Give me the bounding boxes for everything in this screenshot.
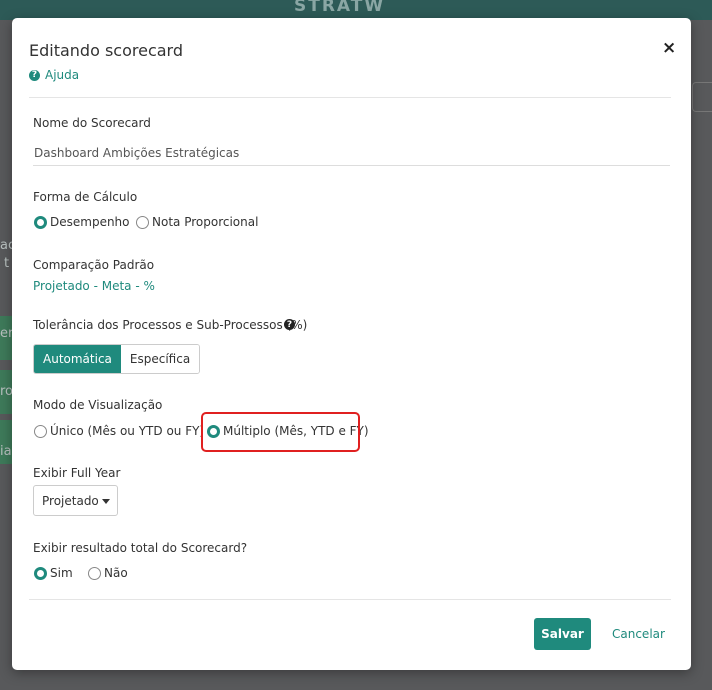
highlight-annotation: [201, 412, 360, 452]
save-button[interactable]: Salvar: [534, 618, 591, 650]
scorecard-name-input[interactable]: [33, 141, 670, 166]
radio-label: Sim: [50, 566, 73, 580]
total-label: Exibir resultado total do Scorecard?: [33, 541, 248, 555]
name-label: Nome do Scorecard: [33, 116, 151, 130]
close-icon[interactable]: ×: [662, 40, 676, 57]
bg-text-fragment: t: [4, 256, 10, 271]
radio-unchecked-icon: [136, 215, 149, 229]
radio-nao[interactable]: Não: [88, 566, 128, 580]
tolerance-especifica-button[interactable]: Específica: [120, 345, 200, 373]
radio-label: Único (Mês ou YTD ou FY): [50, 424, 205, 438]
calc-label: Forma de Cálculo: [33, 190, 138, 204]
view-mode-label: Modo de Visualização: [33, 398, 163, 412]
radio-nota-proporcional[interactable]: Nota Proporcional: [136, 215, 258, 229]
bg-button-edge: [692, 82, 712, 112]
radio-unchecked-icon: [34, 424, 47, 438]
edit-scorecard-modal: Editando scorecard × ? Ajuda Nome do Sco…: [12, 18, 691, 670]
modal-title: Editando scorecard: [29, 41, 184, 60]
header-divider: [29, 97, 671, 98]
bg-text-fragment: ia: [0, 444, 12, 459]
radio-unchecked-icon: [88, 566, 101, 580]
help-label: Ajuda: [45, 68, 80, 82]
full-year-select[interactable]: Projetado: [33, 485, 118, 516]
select-value: Projetado: [42, 493, 99, 508]
radio-desempenho[interactable]: Desempenho: [34, 215, 130, 229]
radio-label: Não: [104, 566, 128, 580]
tolerance-label: Tolerância dos Processos e Sub-Processos…: [33, 318, 308, 332]
question-circle-icon: ?: [29, 69, 40, 81]
radio-label: Desempenho: [50, 215, 130, 229]
app-logo: STRATW: [294, 0, 386, 16]
app-header: STRATW: [0, 0, 712, 20]
tolerance-automatica-button[interactable]: Automática: [34, 345, 121, 373]
radio-checked-icon: [34, 215, 47, 229]
tolerance-toggle: Automática Específica: [33, 344, 201, 374]
radio-unico[interactable]: Único (Mês ou YTD ou FY): [34, 424, 204, 438]
full-year-label: Exibir Full Year: [33, 466, 121, 480]
comparison-link[interactable]: Projetado - Meta - %: [33, 279, 155, 293]
question-circle-icon[interactable]: ?: [284, 319, 295, 330]
radio-sim[interactable]: Sim: [34, 566, 73, 580]
footer-divider: [29, 599, 671, 600]
caret-down-icon: [102, 499, 110, 504]
help-link[interactable]: ? Ajuda: [29, 68, 79, 82]
comparison-label: Comparação Padrão: [33, 258, 155, 272]
cancel-button[interactable]: Cancelar: [612, 627, 665, 641]
radio-label: Nota Proporcional: [152, 215, 259, 229]
radio-checked-icon: [34, 566, 47, 580]
